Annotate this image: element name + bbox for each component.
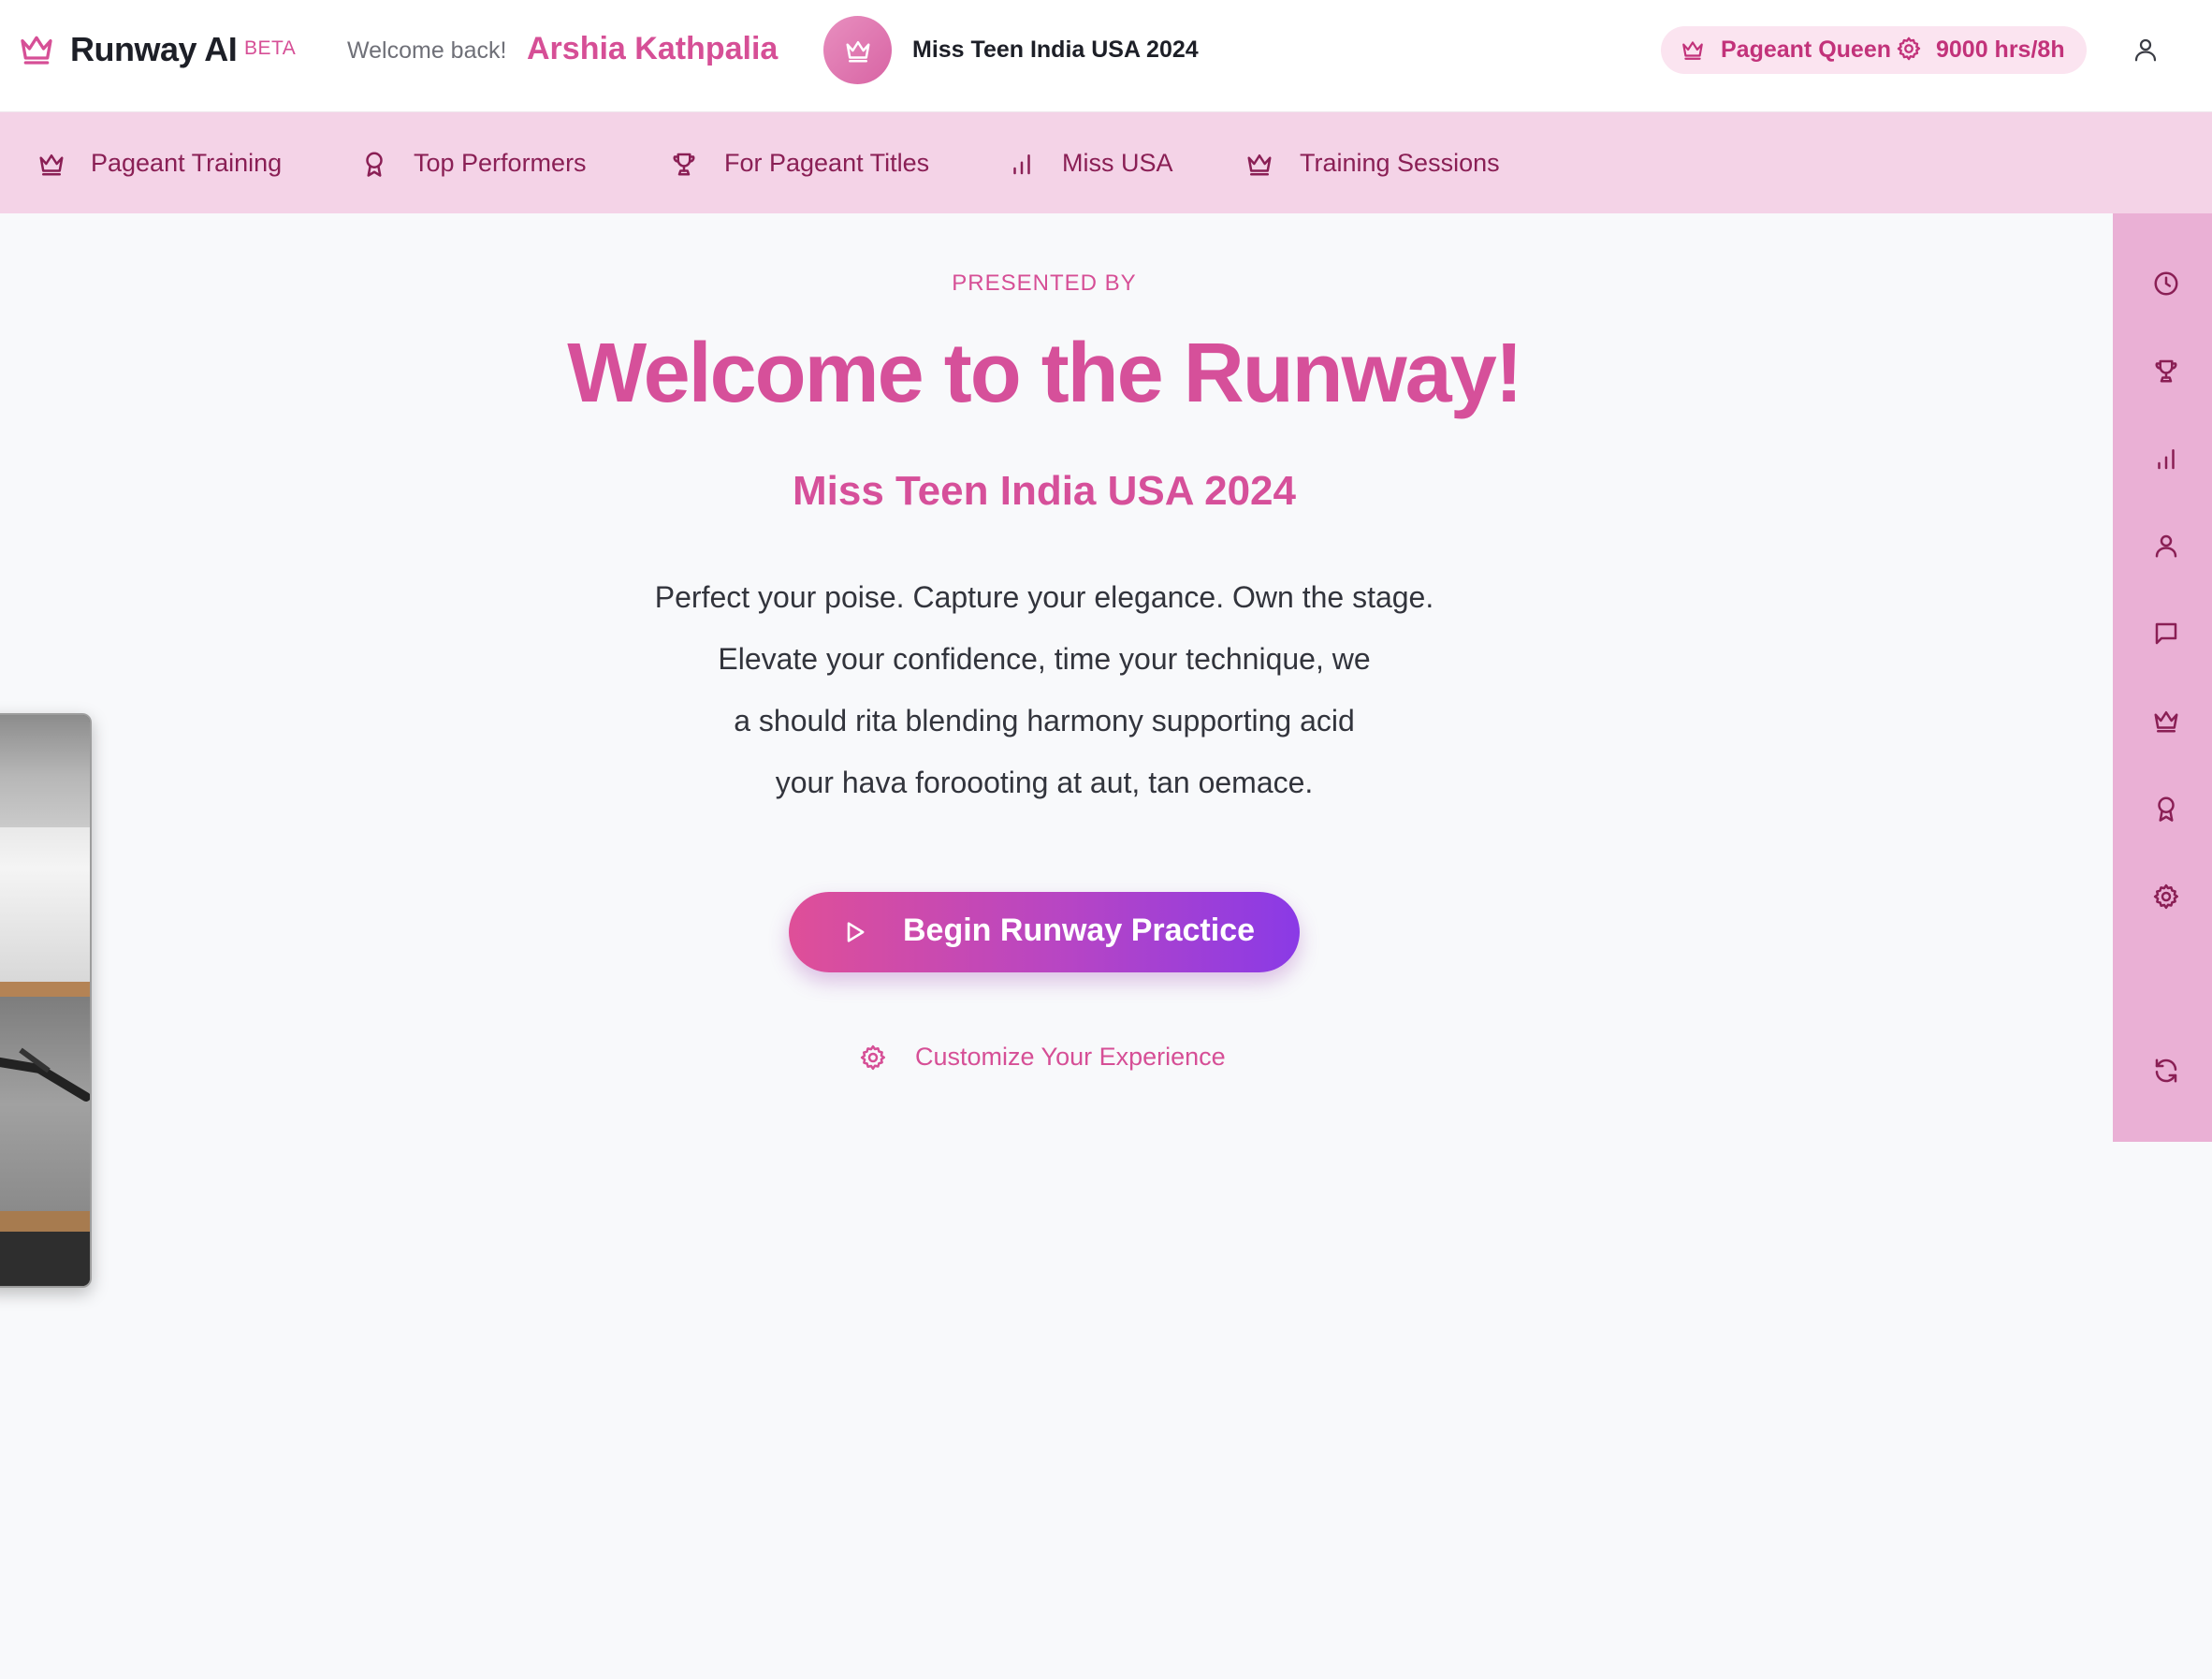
nav-item-label: For Pageant Titles (724, 149, 930, 177)
page-title: Welcome to the Runway! (567, 327, 1522, 420)
event-title: Miss Teen India USA 2024 (912, 36, 1199, 63)
refresh-icon[interactable] (2152, 1057, 2180, 1085)
rank-label: Pageant Queen (1721, 36, 1891, 63)
user-name: Arshia Kathpalia (527, 31, 779, 66)
top-header: Runway AI BETA Welcome back! Arshia Kath… (0, 0, 2212, 112)
award-icon (366, 152, 383, 177)
crown-icon (846, 40, 869, 62)
description-line: Perfect your poise. Capture your eleganc… (654, 580, 1434, 614)
crown-icon (1682, 41, 1703, 60)
bar-chart-icon[interactable] (2152, 445, 2180, 473)
begin-practice-button[interactable]: Begin Runway Practice (789, 892, 1300, 972)
welcome-text: Welcome back! (347, 37, 507, 64)
award-icon[interactable] (2152, 795, 2180, 823)
nav-item-pageant-training[interactable]: Pageant Training (37, 112, 318, 213)
begin-practice-label: Begin Runway Practice (903, 912, 1256, 948)
beta-badge: BETA (244, 37, 297, 59)
nav-item-top-performers[interactable]: Top Performers (360, 112, 613, 213)
nav-item-label: Miss USA (1062, 149, 1173, 177)
presented-by-label: PRESENTED BY (952, 270, 1137, 296)
bar-chart-icon (1013, 154, 1030, 175)
nav-item-label: Pageant Training (91, 149, 283, 177)
gear-icon (1897, 36, 1921, 61)
event-subtitle: Miss Teen India USA 2024 (793, 468, 1296, 514)
nav-item-label: Training Sessions (1300, 149, 1500, 177)
right-sidebar (2113, 213, 2212, 1142)
message-icon[interactable] (2152, 620, 2180, 648)
nav-item-for-pageant-titles[interactable]: For Pageant Titles (670, 112, 951, 213)
customize-label: Customize Your Experience (915, 1043, 1226, 1071)
crown-icon (1247, 154, 1272, 176)
hours-label: 9000 hrs/8h (1936, 36, 2065, 63)
crown-icon (21, 36, 52, 65)
event-avatar[interactable] (823, 16, 892, 84)
main-nav: Pageant Training Top Performers For Page… (0, 112, 2212, 213)
gear-icon[interactable] (2152, 883, 2180, 911)
nav-item-label: Top Performers (414, 149, 587, 177)
description-line: Elevate your confidence, time your techn… (718, 642, 1371, 676)
clock-icon[interactable] (2152, 270, 2180, 298)
app-name[interactable]: Runway AI (70, 30, 238, 69)
user-icon[interactable] (2132, 36, 2160, 64)
gear-icon (860, 1044, 885, 1071)
play-icon (847, 922, 865, 942)
user-icon[interactable] (2152, 532, 2180, 560)
description-line: a should rita blending harmony supportin… (734, 704, 1355, 737)
nav-item-training-sessions[interactable]: Training Sessions (1245, 112, 1526, 213)
trophy-icon (673, 153, 695, 176)
description-line: your hava foroooting at aut, tan oemace. (775, 766, 1314, 799)
nav-item-miss-usa[interactable]: Miss USA (1008, 112, 1176, 213)
trophy-icon[interactable] (2152, 357, 2180, 385)
crown-icon (39, 154, 64, 176)
crown-icon[interactable] (2152, 707, 2180, 735)
